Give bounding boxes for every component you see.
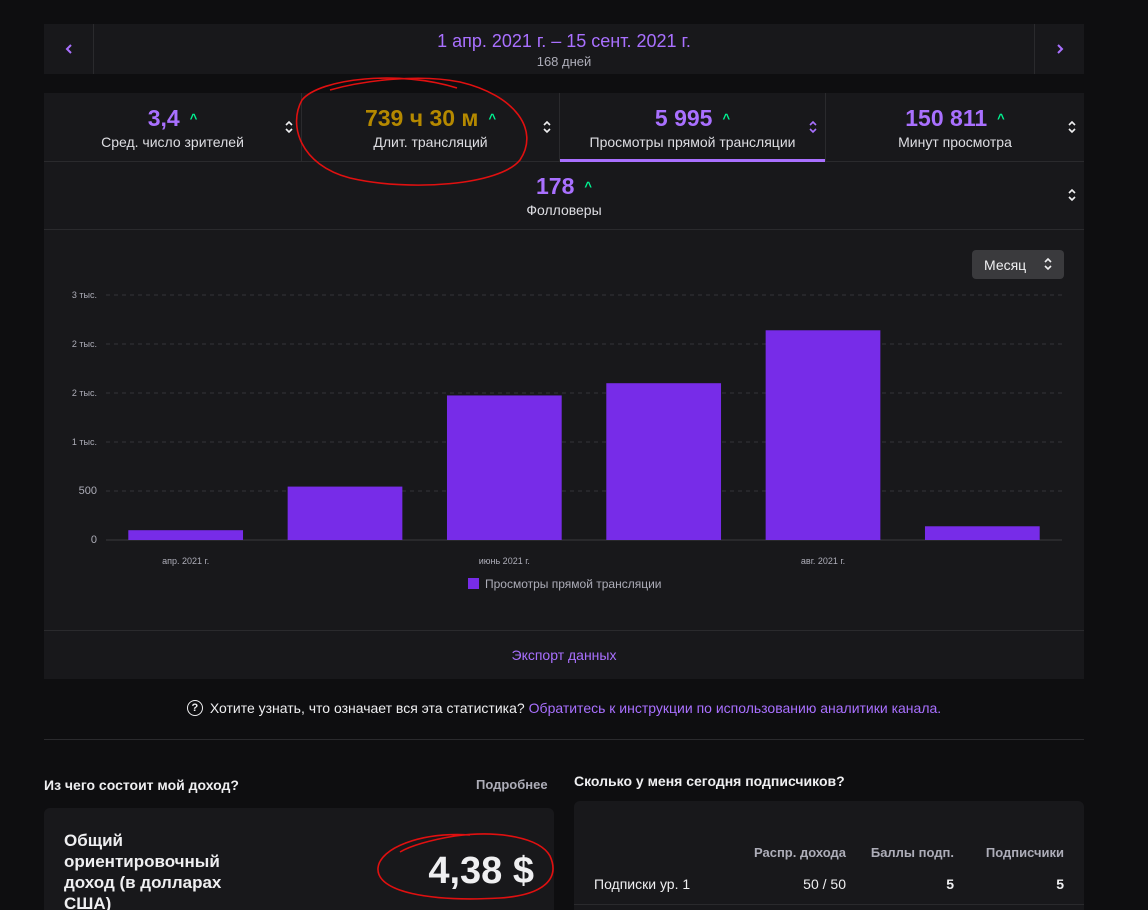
trend-up-icon: ^ — [189, 110, 198, 126]
chart-bar — [924, 526, 1040, 540]
table-cell: 5 — [954, 864, 1084, 905]
table-cell: 50 / 50 — [724, 864, 846, 905]
help-link[interactable]: Обратитесь к инструкции по использованию… — [529, 700, 942, 716]
legend-swatch — [468, 578, 479, 589]
sort-icon[interactable] — [543, 119, 551, 135]
question-icon: ? — [186, 700, 203, 716]
table-row: Подписки ур. 1 50 / 50 5 5 — [574, 864, 1084, 905]
stat-label: Фолловеры — [526, 201, 602, 218]
export-data-button[interactable]: Экспорт данных — [44, 630, 1084, 679]
income-card: Общий ориентировочный доход (в долларах … — [44, 808, 554, 910]
y-tick-label: 2 тыс. — [72, 339, 97, 349]
period-select[interactable]: Месяц — [972, 250, 1064, 279]
table-header-row: Распр. дохода Баллы подп. Подписчики — [574, 801, 1084, 864]
stats-panel: 3,4 ^ Сред. число зрителей 739 ч 30 м ^ Дл… — [44, 93, 1084, 679]
previous-period-button[interactable] — [44, 24, 94, 74]
income-section-title: Из чего состоит мой доход? — [44, 777, 239, 793]
stat-minutes-watched[interactable]: 150 811 ^ Минут просмотра — [826, 93, 1084, 161]
help-line: ? Хотите узнать, что означает вся эта ст… — [0, 700, 1128, 716]
table-header: Подписчики — [985, 845, 1064, 860]
sort-icon[interactable] — [1068, 119, 1076, 135]
chart-bar — [606, 383, 722, 540]
period-select-value: Месяц — [984, 256, 1027, 273]
stat-value: 3,4 — [147, 104, 180, 131]
table-header: Баллы подп. — [870, 845, 954, 860]
date-range-text: 1 апр. 2021 г. – 15 сент. 2021 г. — [437, 30, 691, 51]
select-chevron-icon — [1044, 257, 1052, 271]
x-tick-label: июнь 2021 г. — [479, 556, 530, 566]
stat-value: 178 — [536, 172, 575, 199]
stats-row-2: 178 ^ Фолловеры — [44, 161, 1084, 230]
subs-section-title: Сколько у меня сегодня подписчиков? — [574, 773, 845, 789]
table-header: Распр. дохода — [753, 845, 846, 860]
sort-icon[interactable] — [285, 119, 293, 135]
chart-bar — [446, 395, 562, 540]
trend-up-icon: ^ — [722, 110, 731, 126]
y-tick-label: 3 тыс. — [72, 290, 97, 300]
date-range-navigator: 1 апр. 2021 г. – 15 сент. 2021 г. 168 дн… — [44, 24, 1084, 74]
date-range-display[interactable]: 1 апр. 2021 г. – 15 сент. 2021 г. 168 дн… — [94, 24, 1034, 74]
income-card-label: Общий ориентировочный доход (в долларах … — [64, 831, 222, 910]
table-cell: Подписки ур. 1 — [574, 864, 724, 905]
stat-value: 739 ч 30 м — [364, 104, 479, 131]
y-tick-label: 0 — [91, 534, 97, 546]
chart-bar — [765, 330, 881, 540]
stat-label: Просмотры прямой трансляции — [589, 133, 796, 150]
live-views-bar-chart: 0 500 1 тыс. 2 тыс. 2 тыс. 3 тыс. апр. 2021 г.… — [72, 290, 1062, 591]
date-range-days: 168 дней — [536, 53, 592, 69]
x-tick-label: апр. 2021 г. — [162, 556, 209, 566]
trend-up-icon: ^ — [997, 110, 1005, 126]
help-text: Хотите узнать, что означает вся эта стат… — [209, 700, 525, 716]
chevron-right-icon — [1056, 44, 1063, 54]
divider — [44, 739, 1084, 740]
chart-bar — [128, 530, 244, 540]
legend-label: Просмотры прямой трансляции — [485, 577, 662, 591]
table-cell: 5 — [846, 864, 954, 905]
income-value: 4,38 $ — [428, 850, 534, 892]
table-header — [574, 801, 724, 864]
y-tick-label: 2 тыс. — [72, 388, 97, 398]
chart-bar — [287, 486, 403, 540]
stat-stream-duration[interactable]: 739 ч 30 м ^ Длит. трансляций — [302, 93, 560, 161]
sort-icon[interactable] — [809, 119, 817, 135]
sort-icon[interactable] — [1068, 187, 1076, 203]
y-tick-label: 500 — [79, 485, 97, 497]
trend-up-icon: ^ — [584, 178, 592, 194]
income-more-link[interactable]: Подробнее — [476, 777, 548, 792]
stat-label: Сред. число зрителей — [101, 133, 244, 150]
stat-value: 5 995 — [654, 104, 713, 131]
stats-row-1: 3,4 ^ Сред. число зрителей 739 ч 30 м ^ Дл… — [44, 93, 1084, 162]
stat-followers[interactable]: 178 ^ Фолловеры — [44, 161, 1084, 229]
subs-card: Распр. дохода Баллы подп. Подписчики Под… — [574, 801, 1084, 910]
stat-live-views[interactable]: 5 995 ^ Просмотры прямой трансляции — [560, 93, 826, 162]
x-tick-label: авг. 2021 г. — [801, 556, 845, 566]
chevron-left-icon — [65, 44, 72, 54]
subs-table: Распр. дохода Баллы подп. Подписчики Под… — [574, 801, 1084, 905]
y-tick-label: 1 тыс. — [72, 437, 97, 447]
trend-up-icon: ^ — [488, 110, 497, 126]
next-period-button[interactable] — [1034, 24, 1084, 74]
stat-label: Длит. трансляций — [373, 133, 488, 150]
stat-value: 150 811 — [905, 104, 988, 131]
stat-avg-viewers[interactable]: 3,4 ^ Сред. число зрителей — [44, 93, 302, 161]
stat-label: Минут просмотра — [898, 133, 1012, 150]
